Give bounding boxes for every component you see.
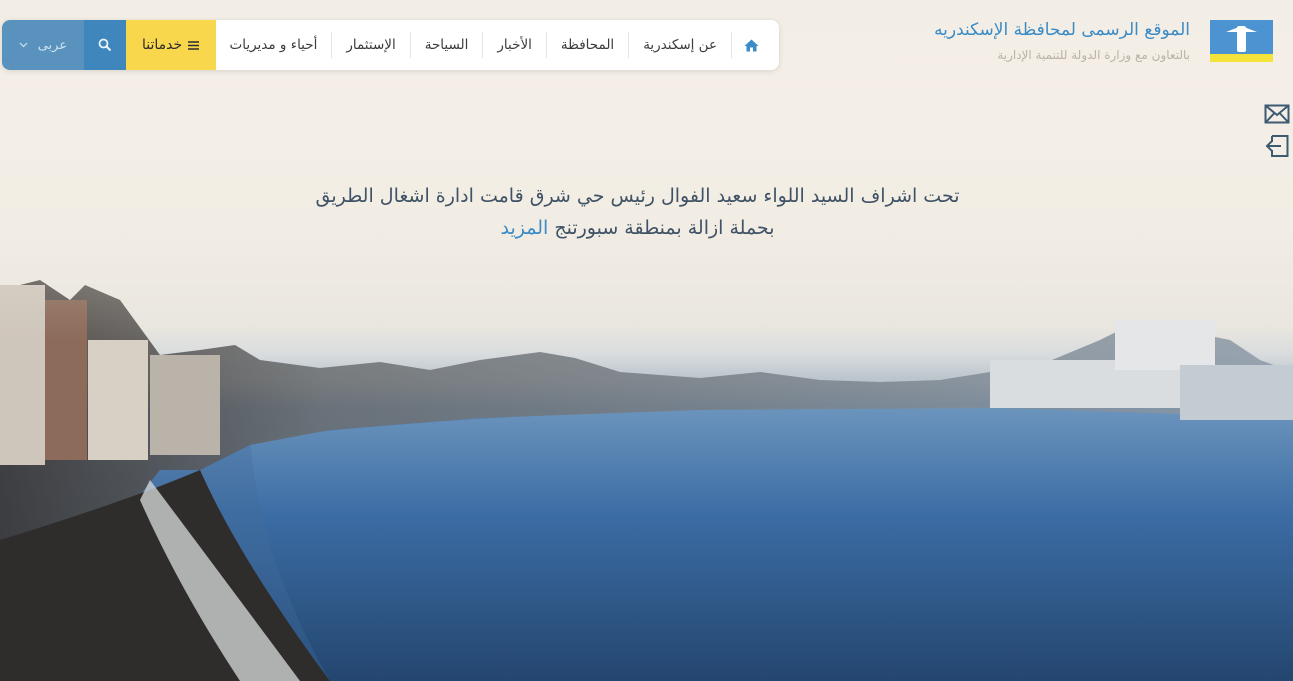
news-line-2-wrapper: بحملة ازالة بمنطقة سبورتنج المزيد — [300, 212, 975, 244]
home-icon — [744, 39, 759, 51]
services-button[interactable]: خدماتنا — [125, 20, 216, 70]
search-icon — [98, 38, 111, 52]
nav-item-investment[interactable]: الإستثمار — [331, 32, 409, 58]
nav-item-about[interactable]: عن إسكندرية — [628, 32, 731, 58]
side-toolbar — [1264, 102, 1290, 158]
menu-icon — [188, 40, 200, 50]
nav-home[interactable] — [731, 32, 771, 58]
services-label: خدماتنا — [142, 37, 183, 53]
news-more-link[interactable]: المزيد — [500, 217, 548, 239]
main-navigation: عربى خدماتنا عن إسكندرية المحافظة الأخبا… — [2, 20, 779, 70]
site-title[interactable]: الموقع الرسمى لمحافظة الإسكندريه — [934, 20, 1190, 40]
site-brand: الموقع الرسمى لمحافظة الإسكندريه بالتعاو… — [934, 20, 1273, 64]
brand-text: الموقع الرسمى لمحافظة الإسكندريه بالتعاو… — [934, 20, 1190, 62]
language-selector[interactable]: عربى — [2, 20, 84, 70]
nav-item-districts[interactable]: أحياء و مديريات — [216, 32, 332, 58]
chevron-down-icon — [19, 42, 28, 48]
site-subtitle: بالتعاون مع وزارة الدولة للتنمية الإداري… — [997, 48, 1190, 62]
news-line-1: تحت اشراف السيد اللواء سعيد الفوال رئيس … — [315, 185, 960, 207]
hero-banner — [0, 0, 1293, 681]
governorate-logo[interactable] — [1210, 20, 1273, 62]
news-headline: تحت اشراف السيد اللواء سعيد الفوال رئيس … — [300, 180, 975, 244]
mail-icon[interactable] — [1264, 102, 1290, 126]
login-icon[interactable] — [1264, 134, 1290, 158]
nav-menu: عن إسكندرية المحافظة الأخبار السياحة الإ… — [215, 20, 779, 70]
language-label: عربى — [37, 37, 68, 53]
nav-item-governorate[interactable]: المحافظة — [545, 32, 628, 58]
nav-item-tourism[interactable]: السياحة — [409, 32, 483, 58]
news-line-2: بحملة ازالة بمنطقة سبورتنج — [554, 217, 775, 239]
alexandria-skyline-image — [0, 0, 1293, 681]
nav-item-news[interactable]: الأخبار — [482, 32, 546, 58]
search-button[interactable] — [83, 20, 126, 70]
